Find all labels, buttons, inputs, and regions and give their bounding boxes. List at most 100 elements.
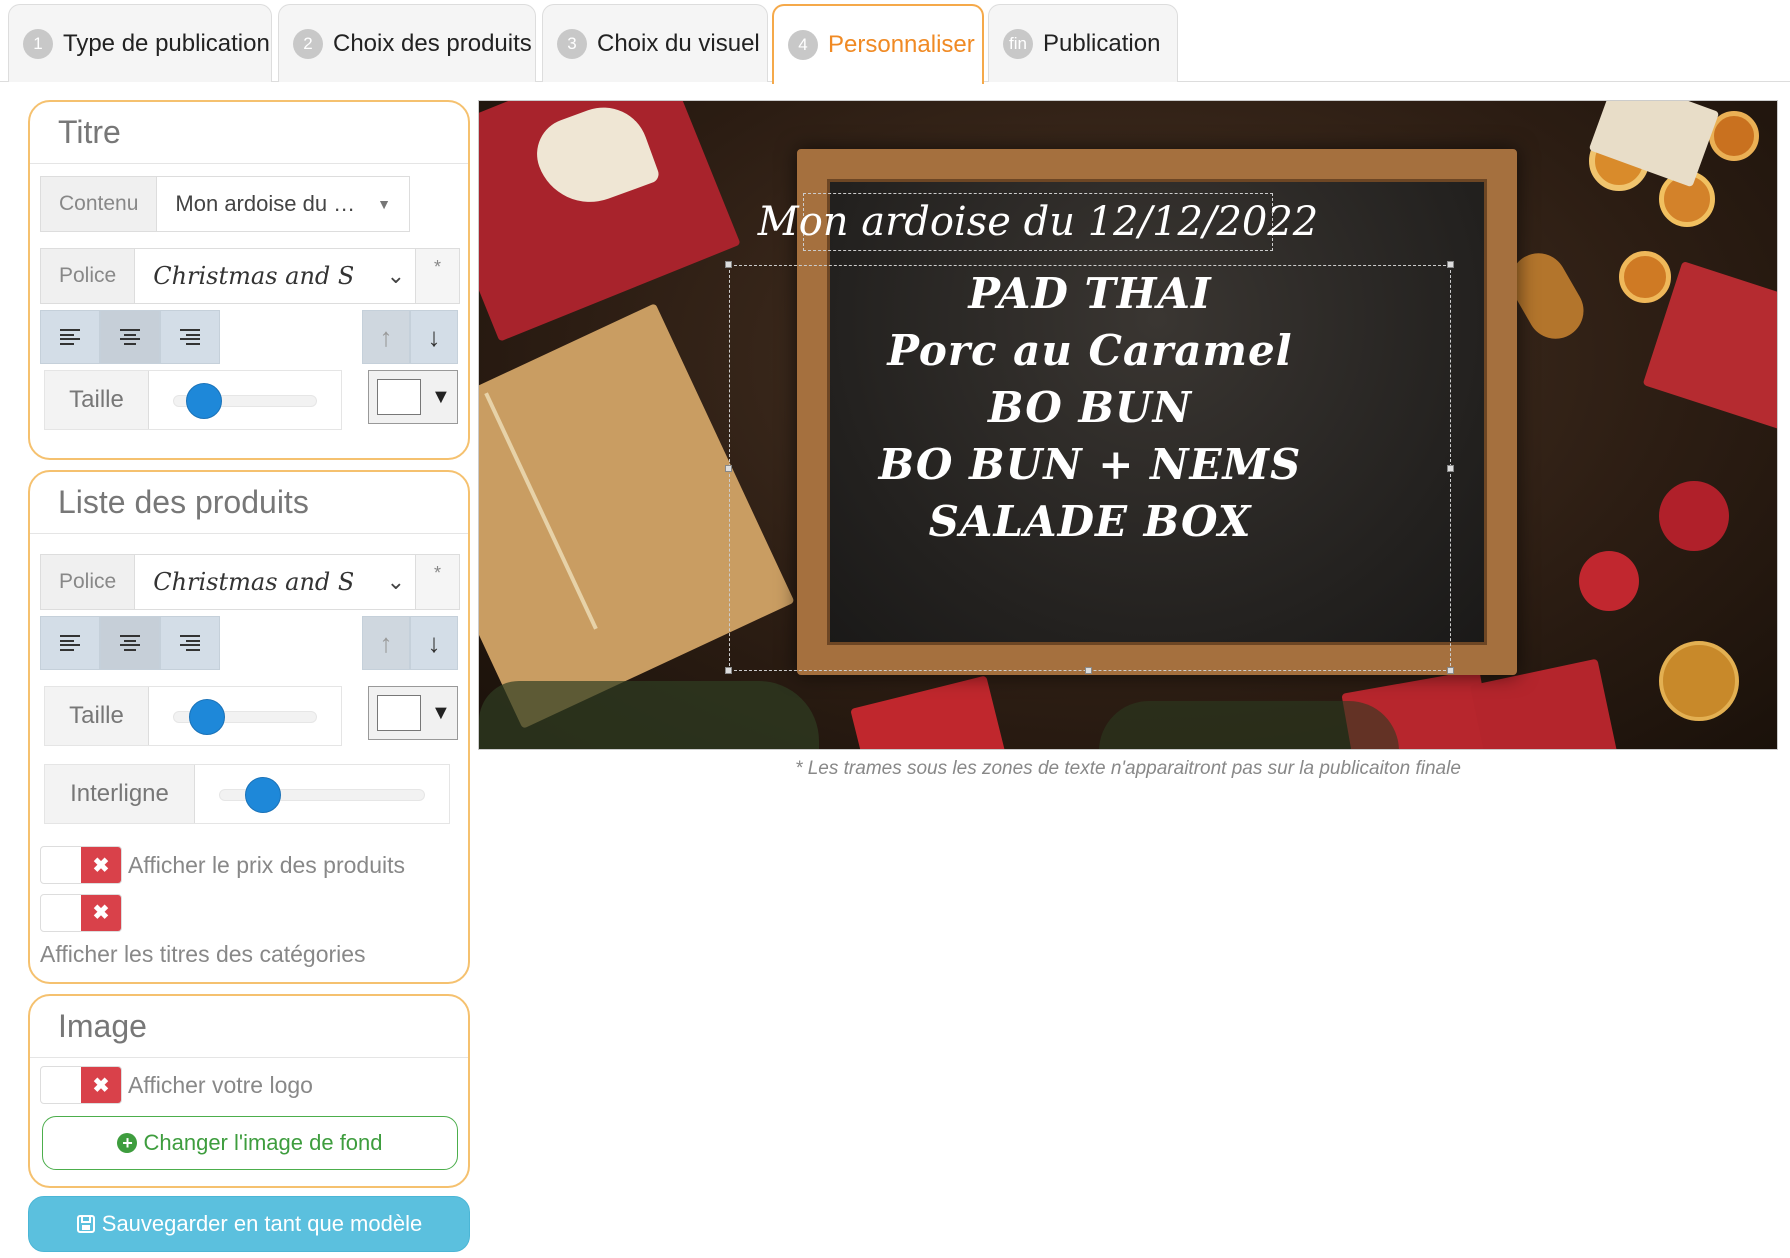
titre-color-picker[interactable]: ▼ <box>368 370 458 424</box>
tab-type-de-publication[interactable]: 1 Type de publication <box>8 4 272 82</box>
titre-taille-row: Taille <box>44 370 342 430</box>
liste-taille-row: Taille <box>44 686 342 746</box>
chevron-down-icon: ⌄ <box>386 263 405 288</box>
product-item: BO BUN <box>987 383 1192 432</box>
tab-choix-du-visuel[interactable]: 3 Choix du visuel <box>542 4 768 82</box>
toggle-prix-switch[interactable]: ✖ <box>40 846 122 884</box>
change-background-label: Changer l'image de fond <box>143 1130 383 1155</box>
step-number: 3 <box>557 28 587 59</box>
pine-decoration <box>1099 701 1399 749</box>
caret-down-icon: ▼ <box>431 701 451 724</box>
image-card: Image ✖ Afficher votre logo + Changer l'… <box>28 994 470 1188</box>
caret-down-icon: ▼ <box>377 196 391 212</box>
tab-label: Choix des produits <box>333 29 532 57</box>
ornament-decoration <box>1619 251 1671 303</box>
align-left-icon <box>60 329 80 345</box>
card-heading: Titre <box>30 102 468 164</box>
align-center-button[interactable] <box>100 616 160 670</box>
plus-circle-icon: + <box>117 1133 138 1153</box>
arrow-up-icon: ↑ <box>379 627 393 658</box>
step-number: fin <box>1003 28 1033 59</box>
align-left-button[interactable] <box>40 310 100 364</box>
move-up-button[interactable]: ↑ <box>362 310 410 364</box>
move-down-button[interactable]: ↓ <box>410 310 458 364</box>
change-background-button[interactable]: + Changer l'image de fond <box>42 1116 458 1170</box>
align-center-button[interactable] <box>100 310 160 364</box>
police-select[interactable]: Christmas and Santa ⌄ <box>135 555 415 609</box>
step-number: 2 <box>293 28 323 59</box>
x-icon: ✖ <box>81 1067 121 1103</box>
tab-personnaliser[interactable]: 4 Personnaliser <box>772 4 984 84</box>
slider-handle[interactable] <box>189 699 226 735</box>
tab-publication[interactable]: fin Publication <box>988 4 1178 82</box>
toggle-prix-row: ✖ Afficher le prix des produits <box>40 846 405 884</box>
align-left-button[interactable] <box>40 616 100 670</box>
liste-taille-slider[interactable] <box>149 687 341 745</box>
floppy-disk-icon <box>76 1215 95 1233</box>
align-group <box>40 310 220 364</box>
liste-police-field: Police Christmas and Santa ⌄ * <box>40 554 460 610</box>
save-as-template-label: Sauvegarder en tant que modèle <box>101 1211 423 1236</box>
police-label: Police <box>41 249 136 303</box>
toggle-titres-switch[interactable]: ✖ <box>40 894 122 932</box>
taille-label: Taille <box>45 687 149 745</box>
vertical-order-group: ↑ ↓ <box>362 310 458 364</box>
tab-bar: 1 Type de publication 2 Choix des produi… <box>0 0 1790 84</box>
align-right-button[interactable] <box>160 616 220 670</box>
titre-card: Titre Contenu Mon ardoise du … ▼ Police … <box>28 100 470 460</box>
x-icon: ✖ <box>81 847 121 883</box>
police-select[interactable]: Christmas and Santa ⌄ <box>135 249 415 303</box>
move-down-button[interactable]: ↓ <box>410 616 458 670</box>
contenu-field: Contenu Mon ardoise du … ▼ <box>40 176 410 232</box>
police-label: Police <box>41 555 136 609</box>
step-number: 4 <box>788 30 818 60</box>
product-item: BO BUN + NEMS <box>878 440 1302 489</box>
card-heading: Image <box>30 996 468 1058</box>
slider-handle[interactable] <box>244 777 281 813</box>
arrow-up-icon: ↑ <box>379 321 393 352</box>
toggle-prix-label: Afficher le prix des produits <box>128 851 405 878</box>
toggle-titres-label: Afficher les titres des catégories <box>40 941 366 967</box>
tab-label: Publication <box>1043 29 1161 57</box>
align-center-icon <box>120 329 140 345</box>
preview-title: Mon ardoise du 12/12/2022 <box>757 199 1319 245</box>
tab-choix-des-produits[interactable]: 2 Choix des produits <box>278 4 536 82</box>
vertical-order-group: ↑ ↓ <box>362 616 458 670</box>
font-preview: Christmas and Santa <box>153 262 354 290</box>
x-icon: ✖ <box>81 895 121 931</box>
move-up-button[interactable]: ↑ <box>362 616 410 670</box>
align-center-icon <box>120 635 140 651</box>
product-item: Porc au Caramel <box>887 326 1293 375</box>
ornament-decoration <box>1659 641 1739 721</box>
caret-down-icon: ▼ <box>431 385 451 408</box>
contenu-select[interactable]: Mon ardoise du … ▼ <box>157 177 409 231</box>
align-group <box>40 616 220 670</box>
tab-label: Type de publication <box>63 29 270 57</box>
contenu-value: Mon ardoise du … <box>175 191 356 216</box>
required-star: * <box>415 555 459 609</box>
titre-taille-slider[interactable] <box>149 371 341 429</box>
slider-handle[interactable] <box>185 383 222 419</box>
liste-produits-card: Liste des produits Police Christmas and … <box>28 470 470 984</box>
tab-label: Personnaliser <box>828 31 975 58</box>
gift-box-decoration <box>850 675 1008 749</box>
align-right-icon <box>180 635 200 651</box>
save-as-template-button[interactable]: Sauvegarder en tant que modèle <box>28 1196 470 1252</box>
chevron-down-icon: ⌄ <box>386 569 405 594</box>
color-swatch <box>377 695 421 731</box>
toggle-titres-row: ✖ Afficher les titres des catégories <box>40 894 370 976</box>
ornament-decoration <box>1659 481 1729 551</box>
arrow-down-icon: ↓ <box>427 321 441 352</box>
color-swatch <box>377 379 421 415</box>
toggle-logo-switch[interactable]: ✖ <box>40 1066 122 1104</box>
align-left-icon <box>60 635 80 651</box>
preview-footnote: * Les trames sous les zones de texte n'a… <box>795 758 1461 779</box>
interligne-slider[interactable] <box>195 765 449 823</box>
titre-police-field: Police Christmas and Santa ⌄ * <box>40 248 460 304</box>
step-number: 1 <box>23 28 53 59</box>
product-item: SALADE BOX <box>928 497 1252 546</box>
required-star: * <box>415 249 459 303</box>
liste-color-picker[interactable]: ▼ <box>368 686 458 740</box>
publication-preview: Mon ardoise du 12/12/2022 PAD THAI Porc … <box>478 100 1778 750</box>
align-right-button[interactable] <box>160 310 220 364</box>
